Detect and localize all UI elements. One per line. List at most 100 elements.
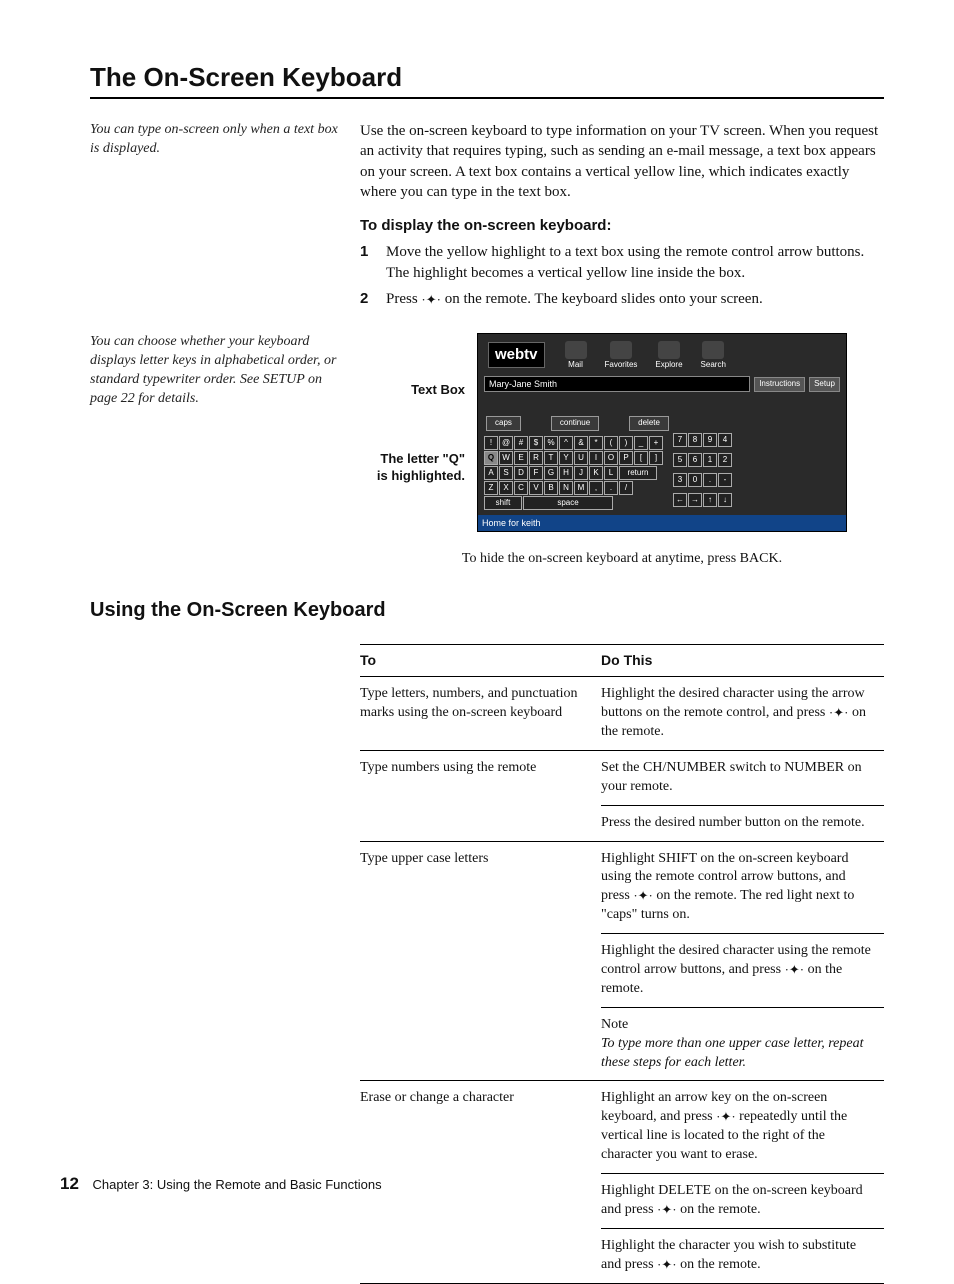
kbd-key[interactable]: A [484,466,498,480]
table-row: Highlight the character you wish to subs… [360,1228,884,1283]
kbd-numkey[interactable]: 9 [703,433,717,447]
table-row: Press the desired number button on the r… [360,805,884,841]
kbd-key[interactable]: * [589,436,603,450]
kbd-key[interactable]: D [514,466,528,480]
kbd-numkey[interactable]: . [703,473,717,487]
kbd-key[interactable]: ( [604,436,618,450]
cell-dothis: Highlight the desired character using th… [601,677,884,751]
step-text: Move the yellow highlight to a text box … [386,242,884,283]
status-bar: Home for keith [478,515,846,531]
kbd-key[interactable]: B [544,481,558,495]
kbd-caps[interactable]: caps [486,416,521,431]
section-heading: Using the On-Screen Keyboard [90,597,884,624]
kbd-key[interactable]: ) [619,436,633,450]
kbd-key[interactable]: T [544,451,558,465]
kbd-key[interactable]: R [529,451,543,465]
nav-icons: Mail Favorites Explore Search [565,341,726,371]
kbd-numkey[interactable]: 5 [673,453,687,467]
th-to: To [360,645,601,677]
kbd-numkey[interactable]: ← [673,493,687,507]
kbd-delete[interactable]: delete [629,416,669,431]
kbd-numkey[interactable]: 3 [673,473,687,487]
kbd-key[interactable]: , [589,481,603,495]
kbd-key[interactable]: H [559,466,573,480]
kbd-key[interactable]: # [514,436,528,450]
go-icon: ·✦· [716,1108,736,1126]
callout-q-l2: is highlighted. [377,468,465,483]
page-title: The On-Screen Keyboard [90,60,884,99]
kbd-numkey[interactable]: 6 [688,453,702,467]
kbd-key[interactable]: S [499,466,513,480]
table-row: Highlight DELETE on the on-screen keyboa… [360,1174,884,1229]
kbd-space[interactable]: space [523,496,613,510]
mail-icon [565,341,587,359]
kbd-key[interactable]: [ [634,451,648,465]
kbd-key[interactable]: X [499,481,513,495]
kbd-numkey[interactable]: 0 [688,473,702,487]
page: The On-Screen Keyboard You can type on-s… [0,0,954,1226]
kbd-key[interactable]: . [604,481,618,495]
kbd-shift[interactable]: shift [484,496,522,510]
kbd-key[interactable]: $ [529,436,543,450]
kbd-numkey[interactable]: 2 [718,453,732,467]
kbd-key[interactable]: W [499,451,513,465]
setup-button[interactable]: Setup [809,377,840,392]
kbd-key[interactable]: @ [499,436,513,450]
kbd-key[interactable]: O [604,451,618,465]
kbd-continue[interactable]: continue [551,416,599,431]
kbd-key[interactable]: ^ [559,436,573,450]
kbd-key[interactable]: Z [484,481,498,495]
kbd-key[interactable]: ! [484,436,498,450]
kbd-key[interactable]: _ [634,436,648,450]
callout-q: The letter "Q" is highlighted. [360,451,465,485]
kbd-key[interactable]: N [559,481,573,495]
kbd-key[interactable]: & [574,436,588,450]
go-icon: ·✦· [657,1201,677,1219]
kbd-key[interactable]: E [514,451,528,465]
kbd-numkey[interactable]: → [688,493,702,507]
kbd-numkey[interactable]: - [718,473,732,487]
cell-to: Type upper case letters [360,841,601,934]
step-text-pre: Press [386,291,421,307]
nav-explore[interactable]: Explore [655,341,682,371]
kbd-numkey[interactable]: 1 [703,453,717,467]
kbd-key[interactable]: Q [484,451,498,465]
kbd-numkey[interactable]: 8 [688,433,702,447]
kbd-key[interactable]: I [589,451,603,465]
kbd-key[interactable]: C [514,481,528,495]
step-number: 1 [360,242,376,283]
kbd-key[interactable]: L [604,466,618,480]
instructions-button[interactable]: Instructions [754,377,805,392]
step-1: 1 Move the yellow highlight to a text bo… [360,242,884,283]
chapter-label: Chapter 3: Using the Remote and Basic Fu… [93,1177,382,1192]
search-icon [702,341,724,359]
kbd-key[interactable]: / [619,481,633,495]
nav-favorites[interactable]: Favorites [605,341,638,371]
kbd-numkey[interactable]: 7 [673,433,687,447]
kbd-numkey[interactable]: ↑ [703,493,717,507]
kbd-key[interactable]: F [529,466,543,480]
kbd-key[interactable]: ] [649,451,663,465]
textbox-input[interactable]: Mary-Jane Smith [484,376,750,392]
kbd-key[interactable]: V [529,481,543,495]
kbd-key[interactable]: U [574,451,588,465]
table-row: Highlight the desired character using th… [360,934,884,1008]
kbd-key[interactable]: % [544,436,558,450]
step-2: 2 Press ·✦· on the remote. The keyboard … [360,289,884,309]
kbd-key[interactable]: P [619,451,633,465]
kbd-key[interactable]: M [574,481,588,495]
kbd-numkey[interactable]: ↓ [718,493,732,507]
kbd-key[interactable]: K [589,466,603,480]
kbd-key[interactable]: + [649,436,663,450]
kbd-key[interactable]: J [574,466,588,480]
cell-dothis: NoteTo type more than one upper case let… [601,1007,884,1081]
nav-search[interactable]: Search [701,341,726,371]
step-number: 2 [360,289,376,309]
nav-mail[interactable]: Mail [565,341,587,371]
callout-textbox: Text Box [360,381,465,399]
cell-dothis: Highlight DELETE on the on-screen keyboa… [601,1174,884,1229]
kbd-key[interactable]: Y [559,451,573,465]
kbd-numkey[interactable]: 4 [718,433,732,447]
kbd-return[interactable]: return [619,466,657,480]
kbd-key[interactable]: G [544,466,558,480]
